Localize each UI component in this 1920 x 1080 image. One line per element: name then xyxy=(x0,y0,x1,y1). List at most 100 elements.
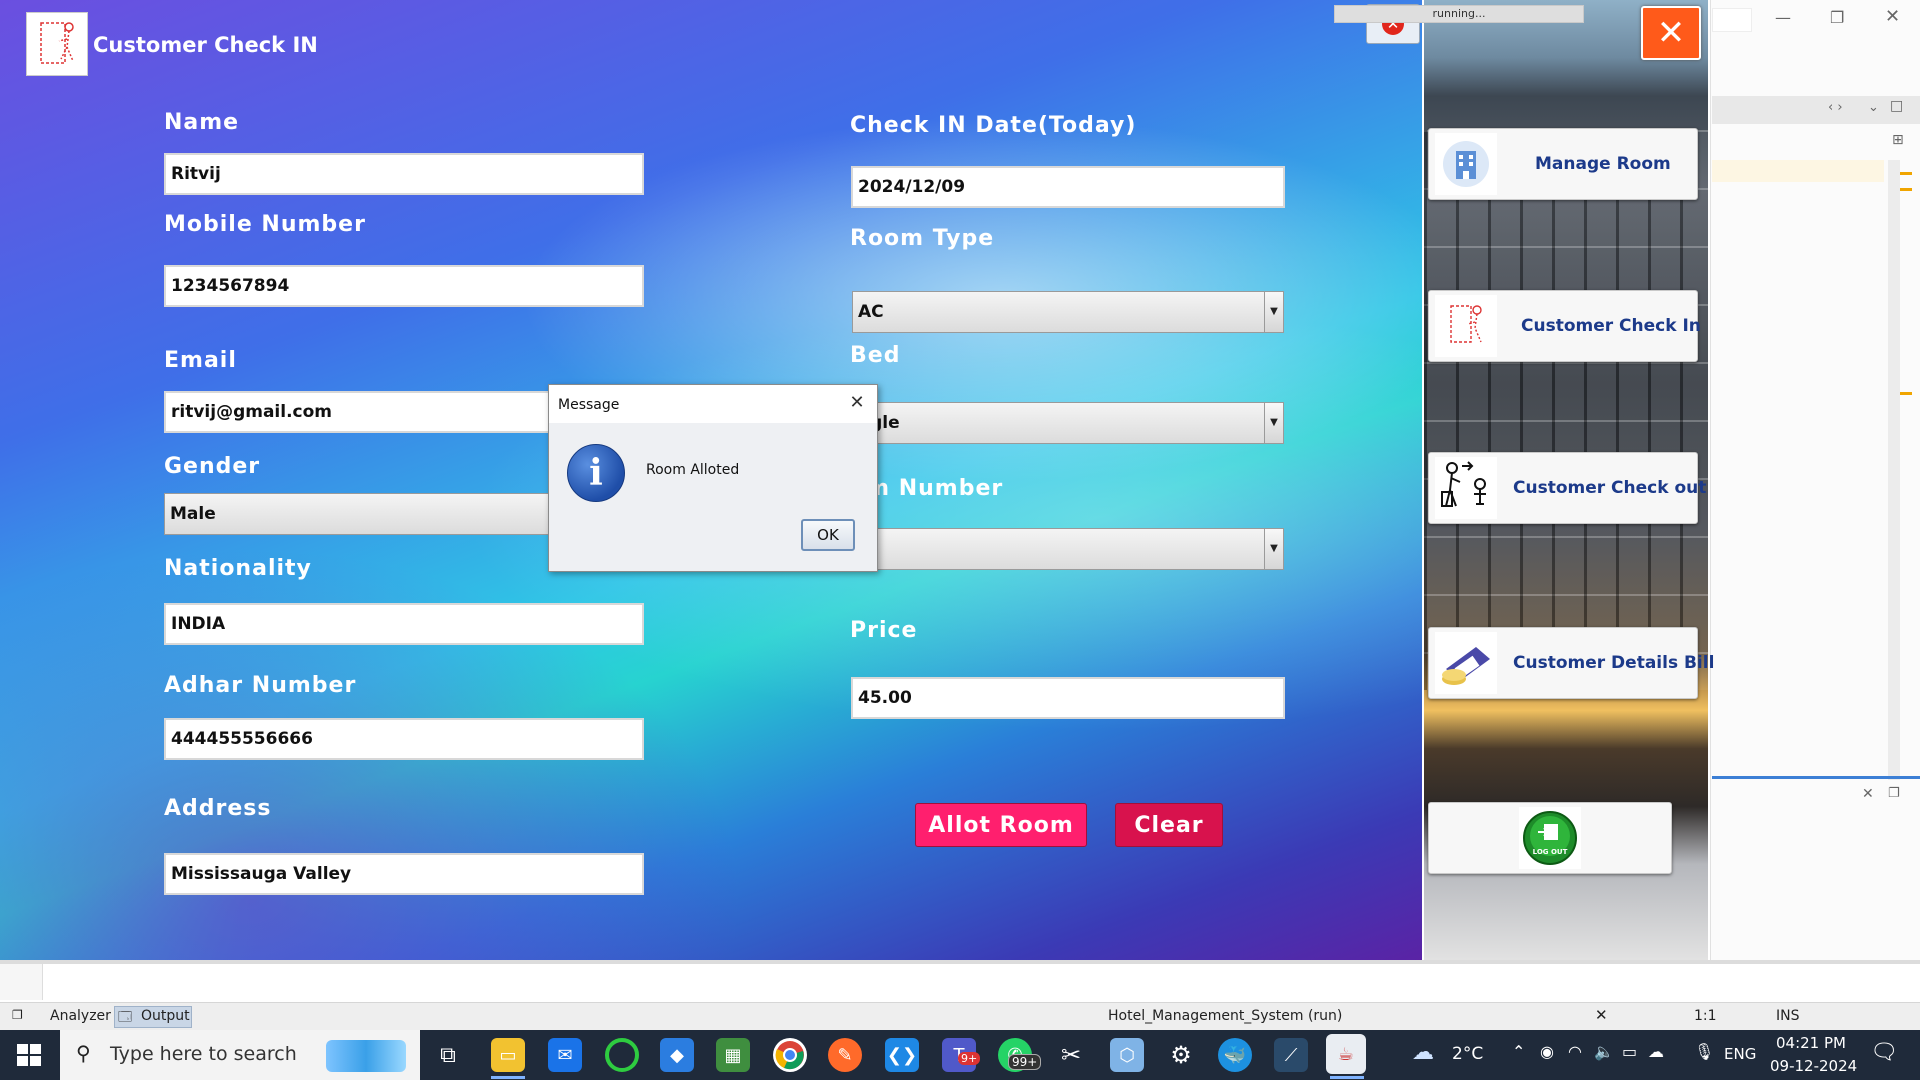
teams-badge: 9+ xyxy=(958,1052,981,1065)
room-number-select[interactable]: ▼ xyxy=(852,528,1284,570)
netbeans-icon[interactable]: ⬡ xyxy=(1110,1038,1144,1072)
tab-list-icon[interactable]: ⌄ xyxy=(1868,100,1879,115)
logout-icon: LOG OUT xyxy=(1519,807,1581,869)
excel-icon[interactable]: ▦ xyxy=(716,1038,750,1072)
dialog-title: Message xyxy=(558,397,620,413)
nationality-label: Nationality xyxy=(164,556,312,581)
search-icon: ⚲ xyxy=(76,1041,91,1065)
ide-toolbar-field xyxy=(1712,8,1752,32)
gender-value: Male xyxy=(170,504,216,524)
snipping-tool-icon[interactable]: ✂ xyxy=(1054,1038,1088,1072)
language-indicator[interactable]: ENG xyxy=(1724,1045,1756,1063)
microphone-icon[interactable]: 🎙 xyxy=(1694,1042,1714,1061)
notifications-icon[interactable]: 🗨 xyxy=(1870,1040,1898,1065)
svg-text:LOG OUT: LOG OUT xyxy=(1533,848,1568,856)
start-button[interactable] xyxy=(14,1040,44,1074)
refresh-app-icon[interactable] xyxy=(605,1038,639,1072)
sidebar-item-details-bill[interactable]: Customer Details Bill xyxy=(1428,627,1714,699)
wifi-icon[interactable]: ◠ xyxy=(1568,1042,1582,1061)
editor-current-line xyxy=(1712,160,1884,182)
terminal-icon[interactable]: ⟋ xyxy=(1274,1038,1308,1072)
bill-icon xyxy=(1435,632,1497,694)
chrome-icon[interactable] xyxy=(773,1038,807,1072)
location-icon[interactable]: ◉ xyxy=(1540,1042,1554,1061)
adhar-field[interactable]: 444455556666 xyxy=(164,718,644,760)
sidebar-item-manage-room[interactable]: Manage Room xyxy=(1428,128,1698,200)
volume-icon[interactable]: 🔈 xyxy=(1594,1042,1614,1061)
output-close-icon[interactable]: ✕ xyxy=(1862,786,1874,802)
active-indicator xyxy=(1330,1076,1364,1079)
maximize-editor-icon[interactable]: □ xyxy=(1890,98,1903,114)
analyzer-tab[interactable]: Analyzer xyxy=(50,1008,111,1024)
output-tab[interactable]: Output xyxy=(141,1008,190,1024)
taskbar-search-box[interactable]: ⚲ Type here to search xyxy=(60,1030,420,1080)
output-panel-divider xyxy=(1712,776,1920,779)
vscode-icon[interactable]: ❮❯ xyxy=(885,1038,919,1072)
checkin-icon xyxy=(1435,295,1497,357)
cursor-position: 1:1 xyxy=(1694,1008,1717,1024)
mobile-field[interactable]: 1234567894 xyxy=(164,265,644,307)
dialog-close-icon[interactable]: ✕ xyxy=(845,391,869,415)
run-progress-bar: running... xyxy=(1334,5,1584,23)
clock-time[interactable]: 04:21 PM xyxy=(1776,1034,1846,1052)
battery-icon[interactable]: ▭ xyxy=(1622,1042,1637,1061)
onedrive-icon[interactable]: ☁ xyxy=(1648,1042,1664,1061)
file-explorer-icon[interactable]: ▭ xyxy=(491,1038,525,1072)
bed-select[interactable]: ngle ▼ xyxy=(852,402,1284,444)
chevron-down-icon: ▼ xyxy=(1264,529,1283,569)
output-icon: 🗔 xyxy=(118,1010,133,1025)
panel-restore-icon[interactable]: ❐ xyxy=(12,1008,23,1022)
postman-icon[interactable]: ✎ xyxy=(828,1038,862,1072)
message-dialog: Message ✕ i Room Alloted OK xyxy=(548,384,878,572)
nationality-field[interactable]: INDIA xyxy=(164,603,644,645)
ide-status-bar: ❐ Analyzer 🗔 Output Hotel_Management_Sys… xyxy=(0,1002,1920,1031)
window-close-icon[interactable]: ✕ xyxy=(1885,6,1900,27)
checkin-date-field[interactable]: 2024/12/09 xyxy=(851,166,1285,208)
restore-icon[interactable]: ❐ xyxy=(1830,8,1844,27)
scroll-marker xyxy=(1900,188,1912,191)
tray-expand-icon[interactable]: ⌃ xyxy=(1512,1042,1525,1061)
room-type-select[interactable]: AC ▼ xyxy=(852,291,1284,333)
task-view-icon[interactable]: ⧉ xyxy=(431,1038,465,1072)
sidebar-item-check-out[interactable]: Customer Check out xyxy=(1428,452,1706,524)
sidebar-item-check-in[interactable]: Customer Check In xyxy=(1428,290,1701,362)
whatsapp-badge: 99+ xyxy=(1008,1054,1042,1070)
info-icon: i xyxy=(567,444,625,502)
search-placeholder: Type here to search xyxy=(110,1043,297,1065)
ok-button[interactable]: OK xyxy=(801,519,855,551)
weather-icon[interactable]: ☁ xyxy=(1412,1040,1434,1065)
run-project-label: Hotel_Management_System (run) xyxy=(1108,1008,1343,1024)
sidebar-item-label: Customer Check out xyxy=(1513,478,1707,498)
sidebar-close-button[interactable]: ✕ xyxy=(1641,6,1701,60)
tab-scroll-left-icon[interactable]: ‹ › xyxy=(1828,100,1843,115)
checkout-icon xyxy=(1435,457,1497,519)
chevron-down-icon: ▼ xyxy=(1264,403,1283,443)
sidebar-item-label: Manage Room xyxy=(1535,154,1671,174)
java-app-icon[interactable]: ☕ xyxy=(1326,1034,1366,1074)
dropbox-icon[interactable]: ◆ xyxy=(660,1038,694,1072)
chevron-down-icon: ▼ xyxy=(1264,292,1283,332)
adhar-label: Adhar Number xyxy=(164,673,357,698)
mail-icon[interactable]: ✉ xyxy=(548,1038,582,1072)
price-field[interactable]: 45.00 xyxy=(851,677,1285,719)
minimize-icon[interactable]: — xyxy=(1775,8,1791,27)
name-field[interactable]: Ritvij xyxy=(164,153,644,195)
gender-select[interactable]: Male xyxy=(164,493,564,535)
address-field[interactable]: Mississauga Valley xyxy=(164,853,644,895)
checkin-logo xyxy=(26,12,88,76)
clock-date[interactable]: 09-12-2024 xyxy=(1770,1057,1857,1075)
settings-icon[interactable]: ⚙ xyxy=(1164,1038,1198,1072)
output-restore-icon[interactable]: ❐ xyxy=(1888,786,1900,801)
scroll-marker xyxy=(1900,392,1912,395)
building-icon xyxy=(1435,133,1497,195)
docker-icon[interactable]: 🐳 xyxy=(1218,1038,1252,1072)
editor-scrollbar[interactable] xyxy=(1888,160,1900,780)
sidebar-item-logout[interactable]: LOG OUT xyxy=(1428,802,1672,874)
scroll-marker xyxy=(1900,172,1912,175)
room-type-label: Room Type xyxy=(850,226,995,251)
clear-button[interactable]: Clear xyxy=(1115,803,1223,847)
allot-room-button[interactable]: Allot Room xyxy=(915,803,1087,847)
split-editor-icon[interactable]: ⊞ xyxy=(1892,132,1904,148)
weather-temp[interactable]: 2°C xyxy=(1452,1044,1483,1064)
stop-run-icon[interactable]: ✕ xyxy=(1595,1006,1608,1024)
